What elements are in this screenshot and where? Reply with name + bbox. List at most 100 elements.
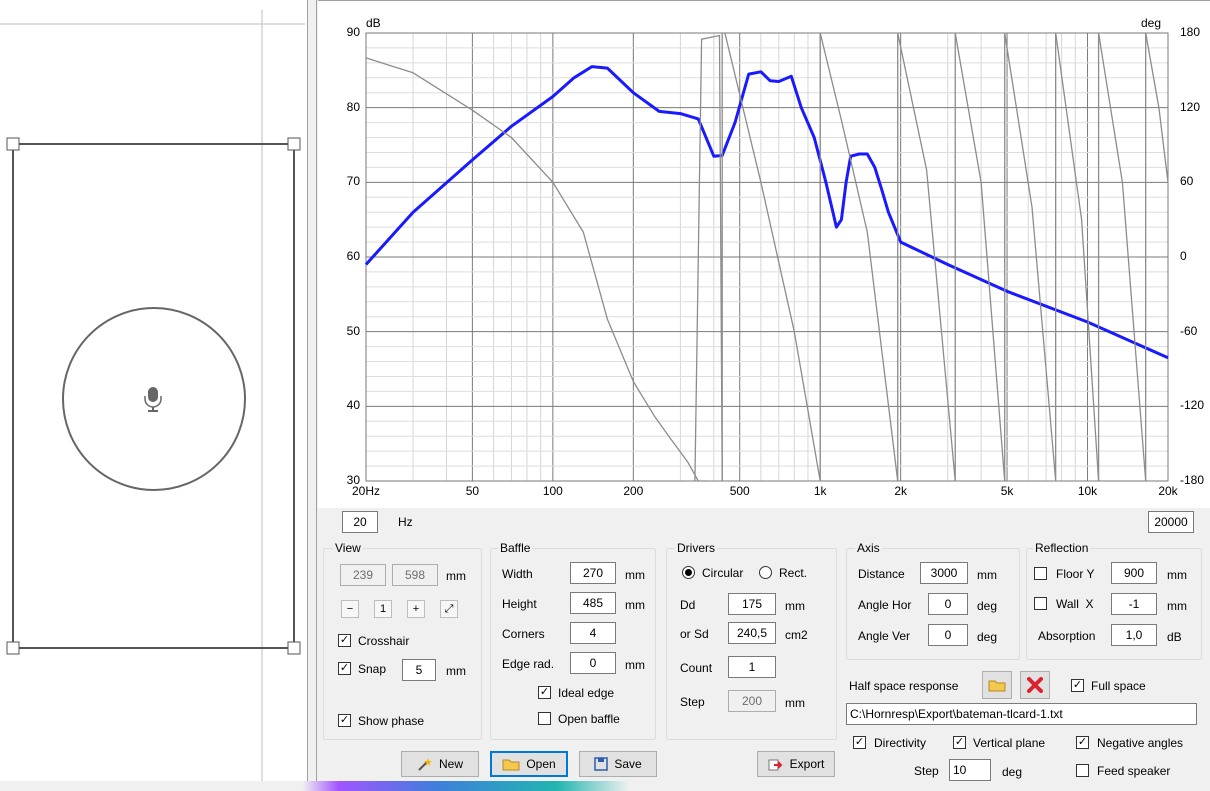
corners-input[interactable]: 4 bbox=[570, 622, 616, 644]
wall-unit: mm bbox=[1167, 599, 1187, 613]
directivity-step-label: Step bbox=[914, 764, 939, 778]
corners-label: Corners bbox=[502, 627, 545, 641]
clear-icon[interactable] bbox=[1020, 671, 1050, 699]
angle-ver-input[interactable]: 0 bbox=[928, 624, 968, 646]
drivers-group-title: Drivers bbox=[675, 541, 717, 555]
snap-checkbox[interactable]: ✓ bbox=[338, 662, 351, 675]
sd-unit: cm2 bbox=[785, 628, 808, 642]
resize-handle-top-right[interactable] bbox=[287, 137, 301, 151]
x-axis-tick: 200 bbox=[623, 484, 644, 498]
left-axis-tick: 70 bbox=[346, 174, 360, 189]
zoom-out-icon[interactable]: − bbox=[341, 600, 359, 618]
circular-label: Circular bbox=[702, 566, 744, 580]
crosshair-checkbox[interactable]: ✓ bbox=[338, 634, 351, 647]
negative-angles-label: Negative angles bbox=[1097, 736, 1184, 750]
baffle-width-label: Width bbox=[502, 567, 533, 581]
left-axis-tick: 60 bbox=[346, 249, 360, 263]
absorption-input[interactable]: 1,0 bbox=[1111, 624, 1157, 646]
show-phase-checkbox[interactable]: ✓ bbox=[338, 714, 351, 727]
baffle-width-input[interactable]: 270 bbox=[570, 562, 616, 584]
view-height-readout: 598 bbox=[392, 564, 438, 586]
resize-handle-top-left[interactable] bbox=[6, 137, 20, 151]
left-axis-tick: 50 bbox=[346, 323, 360, 338]
wall-input[interactable]: -1 bbox=[1111, 593, 1157, 615]
x-axis-tick: 1k bbox=[813, 484, 827, 498]
new-button-label: New bbox=[438, 757, 463, 771]
floor-label: Floor Y bbox=[1056, 567, 1095, 581]
rect-radio[interactable] bbox=[759, 566, 772, 579]
min-frequency-unit: Hz bbox=[398, 515, 413, 529]
red-x-glyph bbox=[1027, 677, 1043, 693]
half-space-path-input[interactable]: C:\Hornresp\Export\bateman-tlcard-1.txt bbox=[846, 703, 1197, 725]
baffle-group-title: Baffle bbox=[498, 541, 533, 555]
export-button[interactable]: Export bbox=[757, 751, 835, 777]
full-space-label: Full space bbox=[1091, 679, 1146, 693]
dd-label: Dd bbox=[680, 598, 696, 612]
absorption-unit: dB bbox=[1167, 630, 1182, 644]
dd-input[interactable]: 175 bbox=[728, 593, 776, 615]
angle-hor-label: Angle Hor bbox=[858, 598, 912, 612]
angle-ver-unit: deg bbox=[977, 630, 998, 644]
baffle-height-unit: mm bbox=[625, 598, 645, 612]
dd-unit: mm bbox=[785, 599, 805, 613]
wall-checkbox[interactable] bbox=[1034, 597, 1047, 610]
open-button[interactable]: Open bbox=[490, 751, 568, 777]
phase-curve-segment bbox=[365, 57, 708, 482]
open-button-label: Open bbox=[526, 757, 556, 771]
full-space-checkbox[interactable]: ✓ bbox=[1071, 679, 1084, 692]
view-group-title: View bbox=[333, 541, 363, 555]
half-space-label: Half space response bbox=[849, 679, 959, 693]
snap-input[interactable]: 5 bbox=[402, 659, 436, 681]
save-button[interactable]: Save bbox=[579, 751, 657, 777]
phase-wrap-segment bbox=[694, 34, 723, 482]
circular-radio[interactable] bbox=[682, 566, 695, 579]
floor-input[interactable]: 900 bbox=[1111, 562, 1157, 584]
step-label: Step bbox=[680, 695, 705, 709]
vertical-plane-checkbox[interactable]: ✓ bbox=[953, 736, 966, 749]
zoom-actual-icon[interactable]: 1 bbox=[374, 600, 392, 618]
snap-label: Snap bbox=[358, 662, 387, 676]
pane-splitter[interactable] bbox=[308, 0, 317, 781]
negative-angles-checkbox[interactable]: ✓ bbox=[1076, 736, 1089, 749]
edge-radius-label: Edge rad. bbox=[502, 657, 555, 671]
floor-checkbox[interactable] bbox=[1034, 567, 1047, 580]
frequency-response-chart[interactable]: dB deg 90 80 70 60 50 40 30 180 120 60 0 -60 -120 -18… bbox=[318, 0, 1210, 508]
min-frequency-input[interactable]: 20 bbox=[342, 511, 378, 533]
export-arrow-icon bbox=[768, 759, 783, 771]
directivity-step-input[interactable]: 10 bbox=[949, 759, 991, 781]
left-axis-tick: 80 bbox=[346, 99, 360, 114]
resize-handle-bottom-left[interactable] bbox=[6, 641, 20, 655]
ideal-edge-checkbox[interactable]: ✓ bbox=[538, 686, 551, 699]
zoom-fit-icon[interactable]: ⤢ bbox=[440, 600, 458, 618]
edge-radius-unit: mm bbox=[625, 658, 645, 672]
open-baffle-checkbox[interactable] bbox=[538, 712, 551, 725]
open-folder-icon[interactable] bbox=[982, 671, 1012, 699]
right-axis-tick: 180 bbox=[1180, 25, 1201, 39]
vertical-plane-label: Vertical plane bbox=[973, 736, 1046, 750]
directivity-checkbox[interactable]: ✓ bbox=[853, 736, 866, 749]
new-button[interactable]: New bbox=[401, 751, 479, 777]
angle-ver-label: Angle Ver bbox=[858, 629, 911, 643]
angle-hor-input[interactable]: 0 bbox=[928, 593, 968, 615]
max-frequency-input[interactable]: 20000 bbox=[1148, 511, 1194, 533]
distance-input[interactable]: 3000 bbox=[920, 562, 968, 584]
baffle-preview-pane[interactable] bbox=[0, 0, 308, 781]
sd-input[interactable]: 240,5 bbox=[728, 622, 776, 644]
magic-wand-icon bbox=[418, 758, 432, 771]
baffle-height-input[interactable]: 485 bbox=[570, 592, 616, 614]
edge-radius-input[interactable]: 0 bbox=[570, 652, 616, 674]
right-axis-tick: 60 bbox=[1180, 174, 1194, 189]
resize-handle-bottom-right[interactable] bbox=[287, 641, 301, 655]
right-axis-tick: 120 bbox=[1180, 99, 1201, 114]
step-input: 200 bbox=[728, 690, 776, 712]
crosshair-label: Crosshair bbox=[358, 634, 410, 648]
right-axis-tick: 0 bbox=[1180, 249, 1187, 263]
export-button-label: Export bbox=[789, 757, 825, 771]
save-button-label: Save bbox=[614, 757, 642, 771]
zoom-in-icon[interactable]: + bbox=[407, 600, 425, 618]
count-input[interactable]: 1 bbox=[728, 656, 776, 678]
x-axis-tick: 100 bbox=[542, 484, 563, 498]
sd-label: or Sd bbox=[680, 627, 709, 641]
right-axis-unit: deg bbox=[1141, 16, 1162, 30]
feed-speaker-checkbox[interactable] bbox=[1076, 764, 1089, 777]
